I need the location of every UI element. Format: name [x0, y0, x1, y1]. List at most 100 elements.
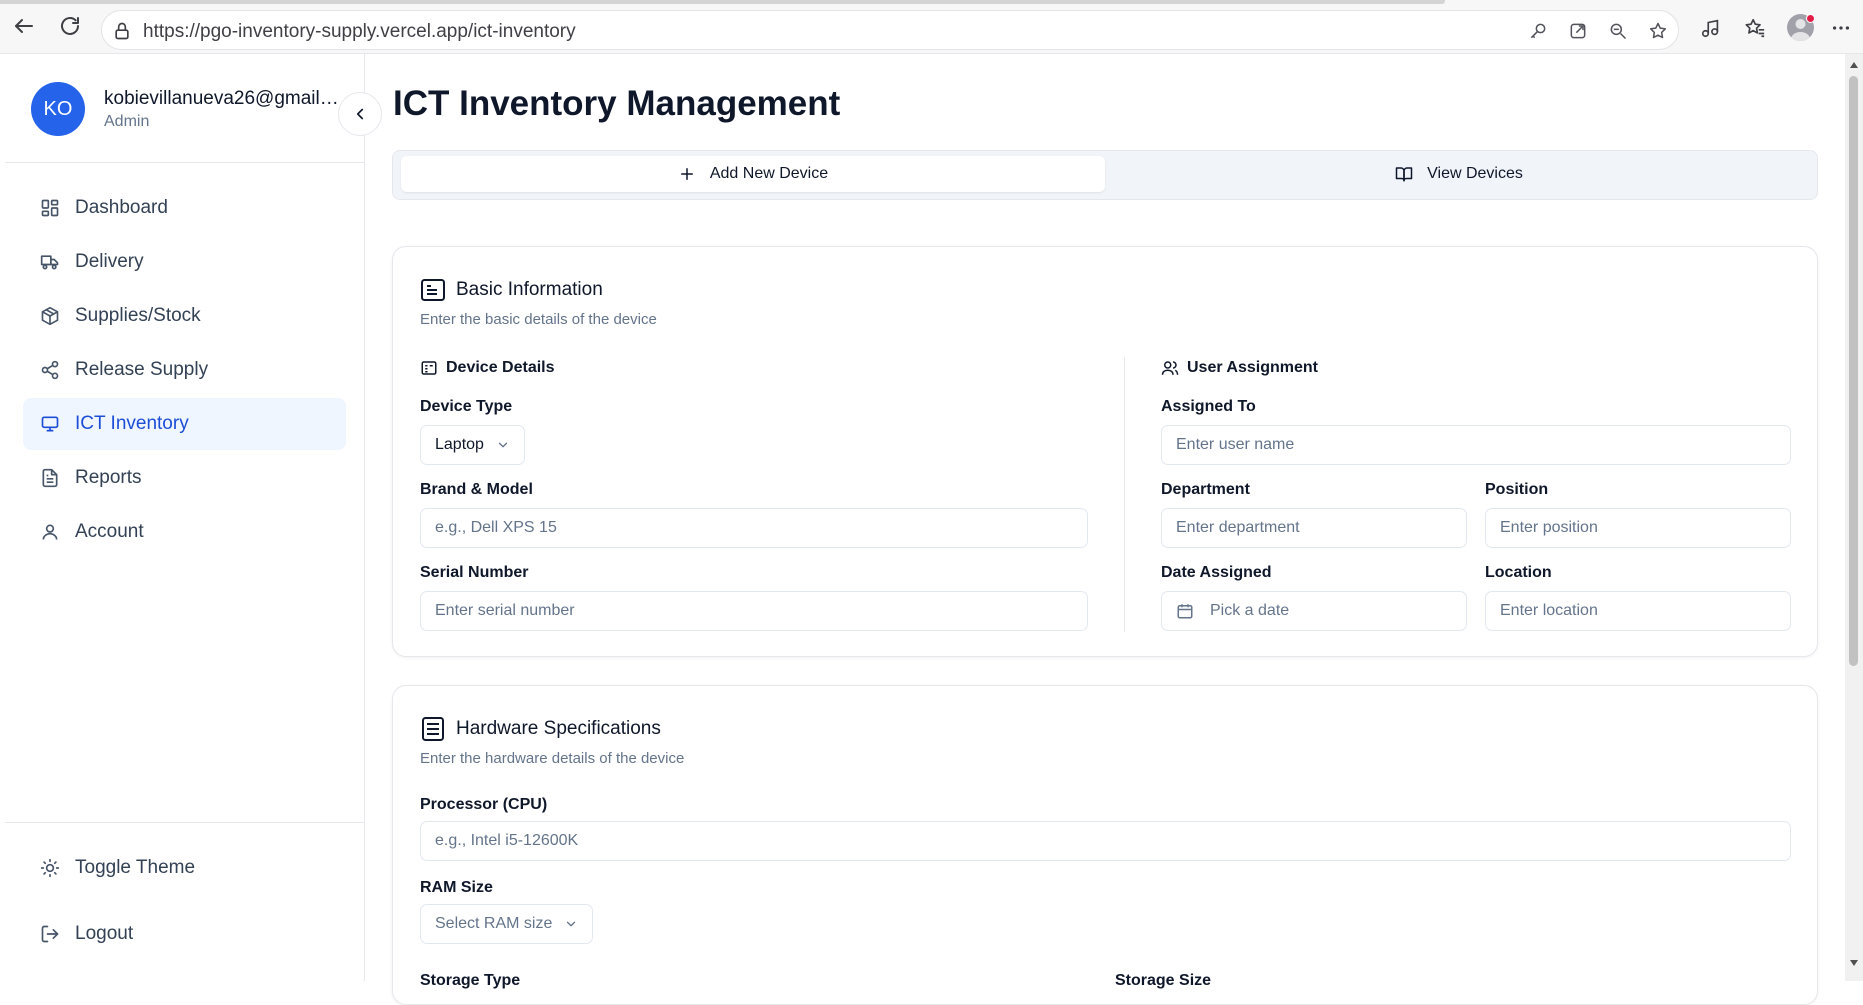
section-heading-text: Device Details — [446, 359, 555, 376]
sidebar-item-label: Delivery — [75, 251, 144, 272]
position-input[interactable]: Enter position — [1485, 508, 1791, 548]
section-heading-text: User Assignment — [1187, 359, 1318, 376]
sidebar-item-account[interactable]: Account — [23, 506, 346, 558]
sidebar-item-ict-inventory[interactable]: ICT Inventory — [23, 398, 346, 450]
placeholder: Enter user name — [1176, 436, 1295, 453]
brand-model-label: Brand & Model — [420, 481, 533, 498]
user-email: kobievillanueva26@gmail.... — [104, 88, 339, 109]
page-scrollbar[interactable] — [1845, 54, 1863, 981]
sidebar-item-label: Reports — [75, 467, 142, 488]
device-type-select[interactable]: Laptop — [420, 425, 525, 465]
chevron-left-icon — [351, 105, 369, 123]
tab-add-new-device[interactable]: Add New Device — [401, 156, 1105, 192]
placeholder: Enter location — [1500, 602, 1598, 619]
more-menu-icon[interactable] — [1830, 17, 1852, 39]
favorites-icon[interactable] — [1744, 17, 1766, 39]
page-title: ICT Inventory Management — [393, 84, 841, 123]
ram-size-label: RAM Size — [420, 879, 493, 896]
url-text[interactable]: https://pgo-inventory-supply.vercel.app/… — [143, 21, 576, 43]
plus-icon — [678, 165, 696, 183]
truck-icon — [40, 252, 60, 272]
card-title: Hardware Specifications — [420, 716, 661, 742]
calendar-icon — [1176, 602, 1194, 620]
scroll-thumb[interactable] — [1849, 76, 1858, 666]
form-icon — [420, 277, 446, 303]
hardware-specifications-card: Hardware Specifications Enter the hardwa… — [392, 685, 1818, 1005]
chevron-down-icon — [496, 438, 510, 452]
list-icon — [420, 716, 446, 742]
scroll-down-icon[interactable] — [1849, 958, 1859, 968]
placeholder: Enter department — [1176, 519, 1300, 536]
department-label: Department — [1161, 481, 1250, 498]
department-input[interactable]: Enter department — [1161, 508, 1467, 548]
share-icon — [40, 360, 60, 380]
user-profile: KO kobievillanueva26@gmail.... Admin — [5, 54, 364, 163]
sidebar-item-label: Supplies/Stock — [75, 305, 201, 326]
sidebar-item-release-supply[interactable]: Release Supply — [23, 344, 346, 396]
device-type-value: Laptop — [435, 436, 484, 453]
card-title-text: Basic Information — [456, 279, 603, 300]
favorite-star-icon[interactable] — [1648, 21, 1668, 41]
sidebar-item-delivery[interactable]: Delivery — [23, 236, 346, 288]
sidebar-item-dashboard[interactable]: Dashboard — [23, 182, 346, 234]
sun-icon — [40, 858, 60, 878]
user-assignment-heading: User Assignment — [1161, 359, 1318, 377]
sidebar: KO kobievillanueva26@gmail.... Admin Das… — [5, 54, 365, 981]
book-open-icon — [1395, 165, 1413, 183]
reload-icon[interactable] — [58, 14, 82, 38]
sidebar-item-label: ICT Inventory — [75, 413, 189, 434]
collapse-sidebar-button[interactable] — [338, 92, 382, 136]
placeholder: Pick a date — [1210, 602, 1290, 619]
serial-number-input[interactable]: Enter serial number — [420, 591, 1088, 631]
ram-size-select[interactable]: Select RAM size — [420, 904, 594, 944]
assigned-to-input[interactable]: Enter user name — [1161, 425, 1791, 465]
sidebar-item-reports[interactable]: Reports — [23, 452, 346, 504]
device-details-heading: Device Details — [420, 359, 555, 377]
avatar: KO — [31, 82, 85, 136]
cpu-input[interactable]: e.g., Intel i5-12600K — [420, 821, 1791, 861]
location-input[interactable]: Enter location — [1485, 591, 1791, 631]
assigned-to-label: Assigned To — [1161, 398, 1256, 415]
box-icon — [40, 306, 60, 326]
position-label: Position — [1485, 481, 1549, 498]
tab-view-devices[interactable]: View Devices — [1109, 156, 1809, 192]
card-title-text: Hardware Specifications — [456, 718, 661, 739]
tabs: Add New Device View Devices — [392, 150, 1818, 200]
notification-dot — [1806, 14, 1815, 23]
placeholder: Enter serial number — [435, 602, 575, 619]
lock-icon[interactable] — [112, 21, 132, 41]
sidebar-item-supplies[interactable]: Supplies/Stock — [23, 290, 346, 342]
placeholder: e.g., Dell XPS 15 — [435, 519, 557, 536]
tab-label: Add New Device — [709, 165, 829, 182]
placeholder: Enter position — [1500, 519, 1598, 536]
basic-information-card: Basic Information Enter the basic detail… — [392, 246, 1818, 657]
sidebar-divider — [5, 822, 364, 823]
chevron-down-icon — [564, 917, 578, 931]
serial-number-label: Serial Number — [420, 564, 529, 581]
storage-type-label: Storage Type — [420, 972, 521, 989]
key-icon[interactable] — [1528, 21, 1548, 41]
scroll-up-icon[interactable] — [1849, 60, 1859, 70]
browser-toolbar: https://pgo-inventory-supply.vercel.app/… — [0, 0, 1863, 54]
logout-label: Logout — [75, 923, 134, 944]
brand-model-input[interactable]: e.g., Dell XPS 15 — [420, 508, 1088, 548]
location-label: Location — [1485, 564, 1552, 581]
address-bar[interactable]: https://pgo-inventory-supply.vercel.app/… — [101, 10, 1679, 50]
placeholder: e.g., Intel i5-12600K — [435, 832, 579, 849]
logout-button[interactable]: Logout — [23, 908, 346, 960]
user-role: Admin — [104, 113, 150, 130]
cpu-label: Processor (CPU) — [420, 796, 548, 813]
date-assigned-label: Date Assigned — [1161, 564, 1272, 581]
card-description: Enter the hardware details of the device — [420, 750, 685, 767]
back-icon[interactable] — [12, 14, 36, 38]
open-external-icon[interactable] — [1568, 21, 1588, 41]
zoom-out-icon[interactable] — [1608, 21, 1628, 41]
date-picker-button[interactable]: Pick a date — [1161, 591, 1467, 631]
tab-label: View Devices — [1427, 165, 1523, 182]
logout-icon — [40, 924, 60, 944]
monitor-icon — [40, 414, 60, 434]
column-divider — [1124, 357, 1125, 632]
extensions-icon[interactable] — [1700, 17, 1722, 39]
dashboard-icon — [40, 198, 60, 218]
toggle-theme-button[interactable]: Toggle Theme — [23, 842, 346, 894]
